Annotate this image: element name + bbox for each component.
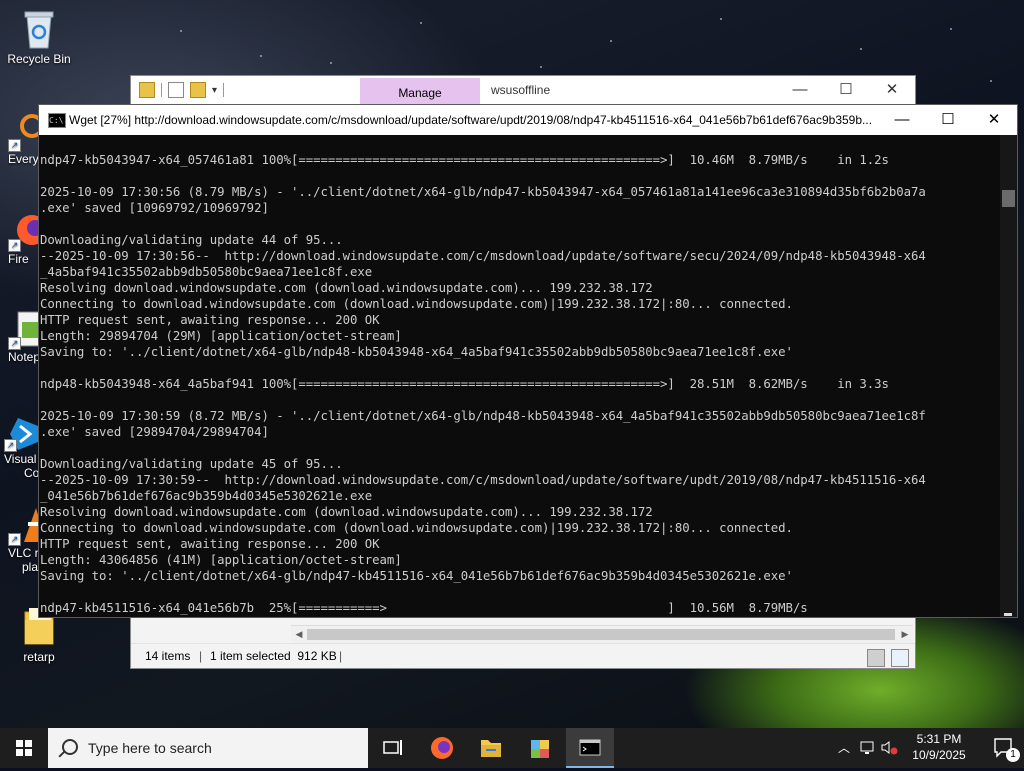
- maximize-icon[interactable]: ☐: [925, 105, 971, 135]
- customize-toolbar-icon[interactable]: ▾: [212, 85, 217, 96]
- shortcut-arrow-icon: ↗: [4, 439, 17, 452]
- scroll-left-icon[interactable]: ◀: [291, 626, 307, 643]
- clock-time: 5:31 PM: [916, 732, 962, 746]
- recycle-bin-icon: [19, 8, 59, 49]
- taskbar-app-cube[interactable]: [516, 728, 564, 768]
- notification-count-badge: 1: [1006, 748, 1020, 762]
- windows-logo-icon: [16, 740, 32, 756]
- status-item-count: 14 items: [145, 649, 191, 663]
- chevron-up-icon[interactable]: ︿: [838, 739, 850, 756]
- toolbar-divider: [223, 83, 225, 97]
- shortcut-arrow-icon: ↗: [8, 533, 21, 546]
- desktop-icon-label: Recycle Bin: [7, 52, 71, 66]
- scroll-right-icon[interactable]: ▶: [897, 626, 913, 643]
- shortcut-arrow-icon: ↗: [8, 139, 21, 152]
- toolbar-divider: [161, 83, 162, 97]
- system-tray: ︿: [836, 728, 898, 768]
- scrollbar-thumb[interactable]: [1002, 190, 1015, 207]
- notification-icon: [994, 738, 1012, 758]
- taskbar: Type here to search ︿ 5:31 PM 10/9/2025 …: [0, 728, 1024, 768]
- scrollbar-end-marker: [1004, 613, 1012, 616]
- quick-access-toolbar: ▾: [139, 82, 225, 98]
- console-titlebar[interactable]: C:\ Wget [27%] http://download.windowsup…: [39, 105, 1017, 135]
- notification-center-button[interactable]: 1: [982, 728, 1024, 768]
- taskbar-clock[interactable]: 5:31 PM 10/9/2025: [896, 731, 982, 763]
- folder-icon: [481, 740, 501, 757]
- search-placeholder: Type here to search: [88, 740, 212, 756]
- close-icon[interactable]: ✕: [869, 76, 915, 104]
- status-divider: |: [339, 649, 343, 663]
- maximize-icon[interactable]: ☐: [823, 76, 869, 104]
- start-button[interactable]: [0, 728, 48, 768]
- taskbar-search[interactable]: Type here to search: [48, 728, 368, 768]
- vertical-scrollbar[interactable]: [1000, 135, 1017, 617]
- console-output[interactable]: ndp47-kb5043947-x64_057461a81 100%[=====…: [39, 135, 1000, 617]
- clock-date: 10/9/2025: [912, 748, 966, 762]
- desktop-icon-label: retarp: [23, 650, 55, 664]
- properties-icon[interactable]: [168, 82, 184, 98]
- taskbar-file-explorer[interactable]: [467, 728, 515, 768]
- network-icon[interactable]: [860, 740, 878, 756]
- console-title: Wget [27%] http://download.windowsupdate…: [69, 113, 873, 127]
- explorer-title: wsusoffline: [491, 83, 551, 97]
- app-cube-icon: [531, 740, 549, 758]
- console-window[interactable]: C:\ Wget [27%] http://download.windowsup…: [38, 104, 1018, 618]
- taskbar-firefox[interactable]: [418, 728, 466, 768]
- new-folder-icon[interactable]: [190, 82, 206, 98]
- scrollbar-thumb[interactable]: [307, 629, 895, 640]
- console-text: ndp47-kb5043947-x64_057461a81 100%[=====…: [40, 153, 926, 615]
- details-view-icon[interactable]: [867, 649, 885, 667]
- desktop-icon-recycle-bin[interactable]: Recycle Bin: [3, 8, 75, 66]
- close-icon[interactable]: ✕: [971, 105, 1017, 135]
- status-bar: 14 items | 1 item selected 912 KB |: [131, 643, 915, 668]
- taskbar-console[interactable]: [566, 728, 614, 768]
- status-divider: |: [199, 649, 203, 663]
- console-icon: C:\: [48, 113, 66, 128]
- task-view-icon: [383, 740, 402, 755]
- horizontal-scrollbar[interactable]: ◀ ▶: [291, 625, 913, 643]
- large-icons-view-icon[interactable]: [891, 649, 909, 667]
- explorer-titlebar[interactable]: ▾ Manage wsusoffline — ☐ ✕: [131, 76, 915, 107]
- folder-icon[interactable]: [139, 82, 155, 98]
- shortcut-arrow-icon: ↗: [8, 239, 21, 252]
- minimize-icon[interactable]: —: [879, 105, 925, 135]
- firefox-icon: [431, 737, 453, 759]
- manage-tab[interactable]: Manage: [360, 78, 480, 106]
- task-view-button[interactable]: [368, 728, 416, 768]
- search-icon: [62, 739, 78, 755]
- shortcut-arrow-icon: ↗: [8, 337, 21, 350]
- minimize-icon[interactable]: —: [777, 76, 823, 104]
- status-selected: 1 item selected 912 KB: [210, 649, 337, 663]
- console-icon: [579, 739, 601, 756]
